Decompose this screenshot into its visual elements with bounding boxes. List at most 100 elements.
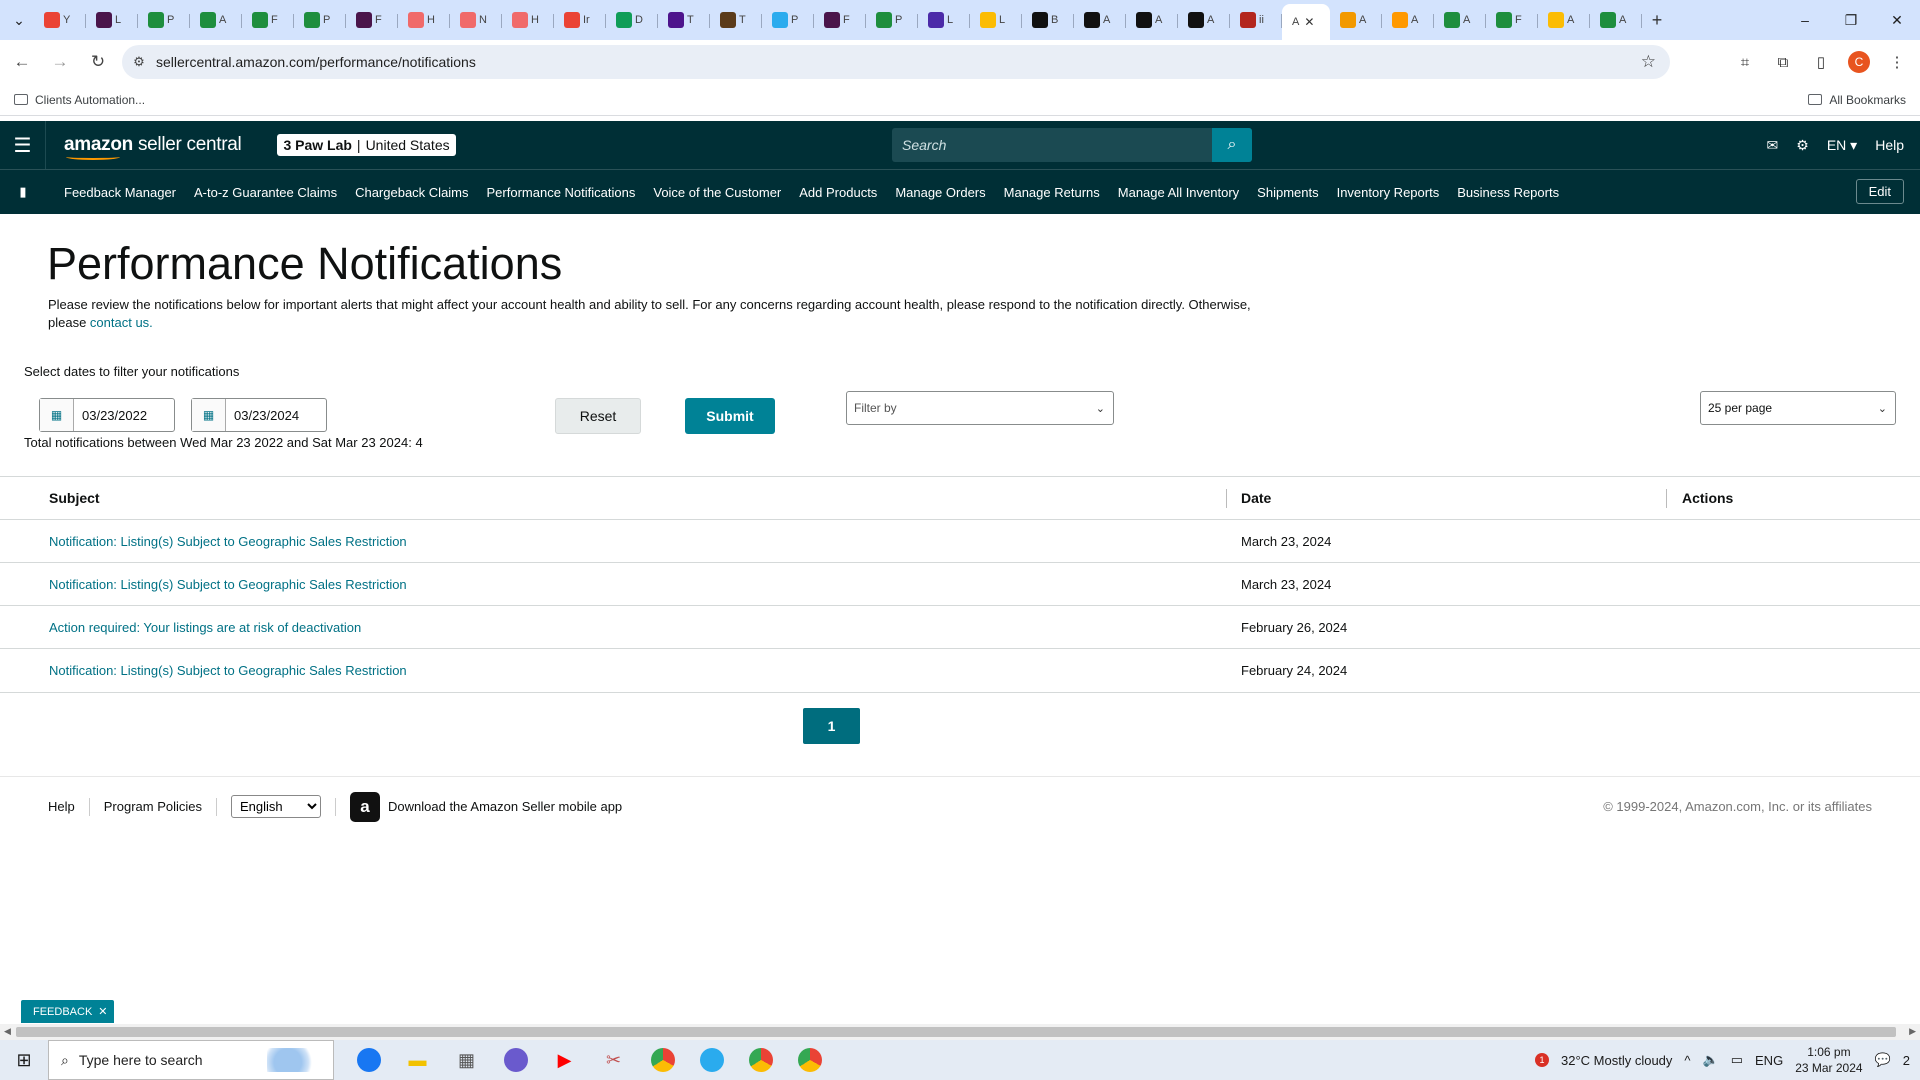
per-page-dropdown[interactable]: 25 per page ⌄ — [1700, 391, 1896, 425]
network-icon[interactable]: ▭ — [1731, 1052, 1743, 1068]
browser-tab-2[interactable]: P — [138, 5, 190, 35]
browser-tab-3[interactable]: A — [190, 5, 242, 35]
browser-tab-after-5[interactable]: A — [1590, 5, 1642, 35]
profile-avatar[interactable]: C — [1848, 51, 1870, 73]
browser-tab-after-2[interactable]: A — [1434, 5, 1486, 35]
browser-tab-12[interactable]: T — [658, 5, 710, 35]
browser-tab-after-0[interactable]: A — [1330, 5, 1382, 35]
nav-performance-notifications[interactable]: Performance Notifications — [487, 185, 636, 200]
site-info-icon[interactable]: ⚙ — [122, 54, 156, 70]
search-icon[interactable]: ⌕ — [1212, 128, 1252, 162]
browser-tab-20[interactable]: A — [1074, 5, 1126, 35]
weather-text[interactable]: 32°C Mostly cloudy — [1561, 1053, 1672, 1068]
notification-subject-link[interactable]: Notification: Listing(s) Subject to Geog… — [49, 663, 407, 678]
close-icon[interactable]: ✕ — [98, 1005, 107, 1018]
facebook-icon[interactable] — [344, 1040, 393, 1080]
nav-add-products[interactable]: Add Products — [799, 185, 877, 200]
amazon-app-icon[interactable]: a — [350, 791, 381, 822]
bookmark-icon[interactable]: ▮ — [0, 184, 46, 200]
footer-help-link[interactable]: Help — [48, 799, 75, 814]
help-link[interactable]: Help — [1875, 137, 1904, 153]
bookmark-star-icon[interactable]: ☆ — [1641, 52, 1656, 72]
column-header-date[interactable]: Date — [1241, 490, 1271, 506]
file-explorer-icon[interactable]: ▬ — [393, 1040, 442, 1080]
header-search-input[interactable] — [892, 137, 1212, 153]
tab-search-dropdown[interactable]: ⌄ — [4, 6, 34, 34]
windows-start-icon[interactable]: ⊞ — [0, 1040, 48, 1080]
hamburger-menu-icon[interactable]: ☰ — [0, 121, 46, 169]
nav-a-to-z-claims[interactable]: A-to-z Guarantee Claims — [194, 185, 337, 200]
menu-kebab-icon[interactable]: ⋮ — [1880, 46, 1914, 78]
browser-tab-6[interactable]: F — [346, 5, 398, 35]
url-text[interactable]: sellercentral.amazon.com/performance/not… — [156, 54, 476, 70]
scrollbar-thumb[interactable] — [16, 1027, 1896, 1037]
all-bookmarks[interactable]: All Bookmarks — [1808, 93, 1906, 107]
translate-icon[interactable]: ⌗ — [1728, 46, 1762, 78]
browser-tab-8[interactable]: N — [450, 5, 502, 35]
footer-language-select[interactable]: English — [231, 795, 322, 818]
volume-icon[interactable]: 🔈 — [1703, 1052, 1719, 1068]
date-from-field[interactable]: ▦ 03/23/2022 — [39, 398, 175, 432]
nav-voice-of-customer[interactable]: Voice of the Customer — [653, 185, 781, 200]
bookmark-folder-clients[interactable]: Clients Automation... — [14, 93, 145, 107]
snipping-tool-icon[interactable]: ✂ — [589, 1040, 638, 1080]
reload-icon[interactable]: ↻ — [82, 46, 114, 78]
browser-tab-10[interactable]: Ir — [554, 5, 606, 35]
scroll-left-icon[interactable]: ◀ — [4, 1026, 11, 1037]
tab-close-icon[interactable]: ✕ — [1304, 15, 1314, 29]
footer-app-download-link[interactable]: Download the Amazon Seller mobile app — [388, 799, 622, 814]
date-to-value[interactable]: 03/23/2024 — [226, 408, 299, 423]
horizontal-scrollbar[interactable]: ◀ ▶ — [0, 1024, 1920, 1040]
minimize-icon[interactable]: – — [1782, 0, 1828, 40]
nav-chargeback-claims[interactable]: Chargeback Claims — [355, 185, 468, 200]
restore-icon[interactable]: ❐ — [1828, 0, 1874, 40]
date-to-field[interactable]: ▦ 03/23/2024 — [191, 398, 327, 432]
feedback-button[interactable]: FEEDBACK ✕ — [21, 1000, 114, 1023]
nav-manage-inventory[interactable]: Manage All Inventory — [1118, 185, 1239, 200]
chrome-icon[interactable] — [638, 1040, 687, 1080]
browser-tab-17[interactable]: L — [918, 5, 970, 35]
browser-tab-13[interactable]: T — [710, 5, 762, 35]
nav-manage-returns[interactable]: Manage Returns — [1004, 185, 1100, 200]
chrome-profile-2-icon[interactable] — [785, 1040, 834, 1080]
back-icon[interactable]: ← — [6, 46, 38, 78]
browser-tab-18[interactable]: L — [970, 5, 1022, 35]
column-header-subject[interactable]: Subject — [49, 490, 100, 506]
nav-feedback-manager[interactable]: Feedback Manager — [64, 185, 176, 200]
edit-nav-button[interactable]: Edit — [1855, 179, 1904, 204]
nav-inventory-reports[interactable]: Inventory Reports — [1337, 185, 1440, 200]
calendar-icon[interactable]: ▦ — [40, 399, 74, 431]
app-icon[interactable] — [491, 1040, 540, 1080]
nav-shipments[interactable]: Shipments — [1257, 185, 1318, 200]
nav-manage-orders[interactable]: Manage Orders — [895, 185, 985, 200]
browser-tab-after-1[interactable]: A — [1382, 5, 1434, 35]
submit-button[interactable]: Submit — [685, 398, 775, 434]
pagination-page-button[interactable]: 1 — [803, 708, 860, 744]
settings-gear-icon[interactable]: ⚙ — [1796, 137, 1809, 154]
reset-button[interactable]: Reset — [555, 398, 641, 434]
notification-subject-link[interactable]: Notification: Listing(s) Subject to Geog… — [49, 534, 407, 549]
chrome-profile-icon[interactable] — [736, 1040, 785, 1080]
footer-program-policies-link[interactable]: Program Policies — [104, 799, 202, 814]
notification-subject-link[interactable]: Notification: Listing(s) Subject to Geog… — [49, 577, 407, 592]
address-bar[interactable]: ⚙ sellercentral.amazon.com/performance/n… — [122, 45, 1670, 79]
telegram-icon[interactable] — [687, 1040, 736, 1080]
browser-tab-22[interactable]: A — [1178, 5, 1230, 35]
browser-tab-14[interactable]: P — [762, 5, 814, 35]
filter-by-dropdown[interactable]: Filter by ⌄ — [846, 391, 1114, 425]
date-from-value[interactable]: 03/23/2022 — [74, 408, 147, 423]
browser-tab-16[interactable]: P — [866, 5, 918, 35]
side-panel-icon[interactable]: ▯ — [1804, 46, 1838, 78]
browser-tab-11[interactable]: D — [606, 5, 658, 35]
browser-tab-19[interactable]: B — [1022, 5, 1074, 35]
browser-tab-0[interactable]: Y — [34, 5, 86, 35]
chevron-up-icon[interactable]: ^ — [1684, 1053, 1690, 1068]
browser-tab-15[interactable]: F — [814, 5, 866, 35]
amazon-seller-central-logo[interactable]: amazon seller central — [64, 134, 242, 160]
calendar-icon[interactable]: ▦ — [192, 399, 226, 431]
taskbar-clock[interactable]: 1:06 pm 23 Mar 2024 — [1795, 1044, 1862, 1076]
notification-subject-link[interactable]: Action required: Your listings are at ri… — [49, 620, 361, 635]
extensions-icon[interactable]: ⧉ — [1766, 46, 1800, 78]
account-switcher[interactable]: 3 Paw Lab | United States — [277, 134, 456, 156]
mail-icon[interactable]: ✉ — [1767, 137, 1779, 154]
